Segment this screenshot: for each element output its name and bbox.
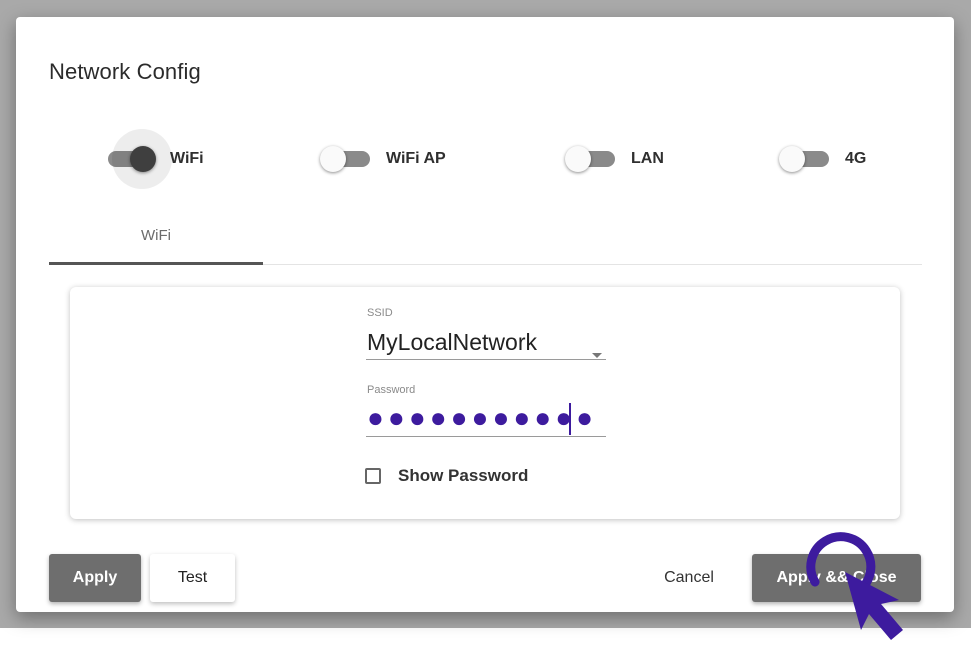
toggle-knob [565,146,591,172]
test-button[interactable]: Test [150,554,235,602]
mode-toggle-wifi[interactable]: WiFi [108,129,204,189]
mode-toggle-lan[interactable]: LAN [565,144,664,174]
chevron-down-icon[interactable] [592,353,602,358]
ssid-underline [366,359,606,360]
text-caret [569,403,571,435]
ssid-label: SSID [367,307,393,319]
toggle-track [320,146,370,172]
apply-button[interactable]: Apply [49,554,141,602]
pointer-click-icon [806,532,903,640]
toggle-knob [779,146,805,172]
cancel-button[interactable]: Cancel [646,554,732,602]
password-label: Password [367,384,416,396]
password-field[interactable]: ●●●●●●●●●●● [367,403,597,433]
toggle-knob [130,146,156,172]
ssid-select[interactable]: MyLocalNetwork [367,329,537,356]
mode-toggle-wifi-ap[interactable]: WiFi AP [320,144,446,174]
show-password-checkbox[interactable] [365,468,381,484]
mode-label-wifi: WiFi [170,150,204,167]
tab-bar: WiFi [49,222,922,265]
mode-label-wifi-ap: WiFi AP [386,150,446,167]
toggle-track [108,129,172,189]
network-config-dialog: Network Config WiFi WiFi AP LAN 4G WiFi … [16,17,954,612]
show-password-label[interactable]: Show Password [398,466,528,486]
toggle-track [565,146,615,172]
mode-toggle-4g[interactable]: 4G [779,144,867,174]
mode-label-lan: LAN [631,150,664,167]
mode-label-4g: 4G [845,150,867,167]
toggle-track [779,146,829,172]
password-underline [366,436,606,437]
dialog-title: Network Config [49,59,201,84]
tab-wifi[interactable]: WiFi [49,222,263,265]
toggle-knob [320,146,346,172]
